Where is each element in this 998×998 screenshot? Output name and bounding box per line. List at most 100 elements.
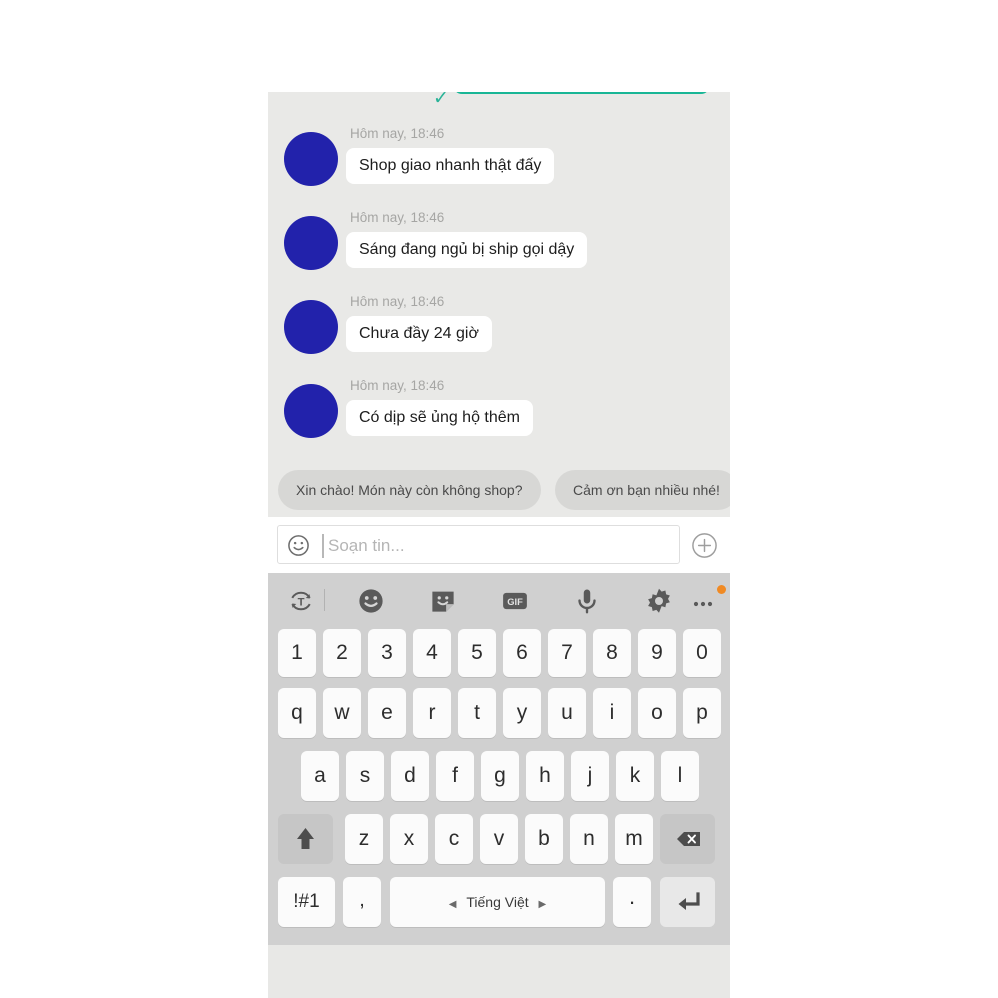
keyboard-row-space: !#1 , ◀ Tiếng Việt ▶ . [268, 875, 730, 933]
quick-reply-chip[interactable]: Cảm ơn bạn nhiều nhé! [555, 470, 730, 510]
quick-reply-chip[interactable]: Xin chào! Món này còn không shop? [278, 470, 541, 510]
key-3[interactable]: 3 [368, 629, 406, 677]
backspace-icon [677, 832, 700, 846]
quick-reply-bar: Xin chào! Món này còn không shop? Cảm ơn… [268, 470, 730, 516]
period-key[interactable]: . [613, 877, 651, 927]
key-1[interactable]: 1 [278, 629, 316, 677]
phone-screen: ✓ Sản phẩm đẹp lắm nhé shop ạ cảm ơn sho… [268, 92, 730, 998]
key-v[interactable]: v [480, 814, 518, 864]
avatar[interactable] [284, 384, 338, 438]
comma-key[interactable]: , [343, 877, 381, 927]
check-icon: ✓ [433, 92, 449, 109]
symbols-key[interactable]: !#1 [278, 877, 335, 927]
svg-text:T: T [298, 596, 305, 608]
key-o[interactable]: o [638, 688, 676, 738]
keyboard-row-qwerty: q w e r t y u i o p [268, 686, 730, 744]
microphone-icon[interactable] [572, 586, 602, 616]
key-t[interactable]: t [458, 688, 496, 738]
toolbar-divider [324, 589, 325, 611]
key-y[interactable]: y [503, 688, 541, 738]
backspace-key[interactable] [660, 814, 715, 864]
plus-circle-icon[interactable] [691, 532, 718, 559]
message-content: Hôm nay, 18:46 Có dịp sẽ ủng hộ thêm [346, 378, 533, 436]
key-f[interactable]: f [436, 751, 474, 801]
key-0[interactable]: 0 [683, 629, 721, 677]
message-row: Hôm nay, 18:46 Chưa đầy 24 giờ [268, 294, 730, 378]
keyboard-row-numbers: 1 2 3 4 5 6 7 8 9 0 [268, 627, 730, 685]
outgoing-message-row: ✓ Sản phẩm đẹp lắm nhé shop ạ cảm ơn sho… [268, 92, 730, 109]
key-w[interactable]: w [323, 688, 361, 738]
enter-key[interactable] [660, 877, 715, 927]
keyboard-toolbar: T GIF [268, 573, 730, 627]
key-8[interactable]: 8 [593, 629, 631, 677]
key-g[interactable]: g [481, 751, 519, 801]
key-k[interactable]: k [616, 751, 654, 801]
key-e[interactable]: e [368, 688, 406, 738]
keyboard-row-bottom-letters: z x c v b n m [268, 812, 730, 870]
emoji-icon[interactable] [356, 586, 386, 616]
notification-badge-dot [717, 585, 726, 594]
message-bubble[interactable]: Shop giao nhanh thật đấy [346, 148, 555, 184]
key-5[interactable]: 5 [458, 629, 496, 677]
svg-text:GIF: GIF [507, 597, 523, 607]
key-d[interactable]: d [391, 751, 429, 801]
shift-icon [297, 828, 314, 849]
message-input-bar: Soạn tin... [268, 517, 730, 573]
sticker-icon[interactable] [428, 586, 458, 616]
key-b[interactable]: b [525, 814, 563, 864]
on-screen-keyboard[interactable]: T GIF 1 2 3 4 5 6 7 8 9 0 q w e r t y u … [268, 573, 730, 945]
space-left-arrow-icon: ◀ [448, 899, 457, 910]
message-bubble[interactable]: Có dịp sẽ ủng hộ thêm [346, 400, 533, 436]
key-s[interactable]: s [346, 751, 384, 801]
message-timestamp: Hôm nay, 18:46 [350, 126, 445, 141]
message-content: Hôm nay, 18:46 Chưa đầy 24 giờ [346, 294, 492, 352]
key-x[interactable]: x [390, 814, 428, 864]
key-p[interactable]: p [683, 688, 721, 738]
text-cursor [322, 534, 324, 558]
key-n[interactable]: n [570, 814, 608, 864]
key-u[interactable]: u [548, 688, 586, 738]
message-timestamp: Hôm nay, 18:46 [350, 294, 445, 309]
key-i[interactable]: i [593, 688, 631, 738]
space-right-arrow-icon: ▶ [538, 899, 547, 910]
message-input-field[interactable]: Soạn tin... [277, 525, 680, 564]
space-key[interactable]: ◀ Tiếng Việt ▶ [390, 877, 605, 927]
key-r[interactable]: r [413, 688, 451, 738]
space-language-label: Tiếng Việt [466, 894, 529, 910]
message-content: Hôm nay, 18:46 Shop giao nhanh thật đấy [346, 126, 555, 184]
key-4[interactable]: 4 [413, 629, 451, 677]
key-j[interactable]: j [571, 751, 609, 801]
key-h[interactable]: h [526, 751, 564, 801]
key-m[interactable]: m [615, 814, 653, 864]
message-bubble[interactable]: Sáng đang ngủ bị ship gọi dậy [346, 232, 588, 268]
key-z[interactable]: z [345, 814, 383, 864]
message-bubble[interactable]: Chưa đầy 24 giờ [346, 316, 492, 352]
key-2[interactable]: 2 [323, 629, 361, 677]
conversation-list[interactable]: ✓ Sản phẩm đẹp lắm nhé shop ạ cảm ơn sho… [268, 92, 730, 517]
key-c[interactable]: c [435, 814, 473, 864]
avatar[interactable] [284, 216, 338, 270]
outgoing-message-bubble[interactable]: Sản phẩm đẹp lắm nhé shop ạ cảm ơn shop [453, 92, 710, 94]
key-a[interactable]: a [301, 751, 339, 801]
screenshot-canvas: ✓ Sản phẩm đẹp lắm nhé shop ạ cảm ơn sho… [0, 0, 998, 998]
key-6[interactable]: 6 [503, 629, 541, 677]
settings-gear-icon[interactable] [644, 586, 674, 616]
message-row: Hôm nay, 18:46 Shop giao nhanh thật đấy [268, 126, 730, 210]
message-timestamp: Hôm nay, 18:46 [350, 210, 445, 225]
key-9[interactable]: 9 [638, 629, 676, 677]
message-row: Hôm nay, 18:46 Có dịp sẽ ủng hộ thêm [268, 378, 730, 462]
message-content: Hôm nay, 18:46 Sáng đang ngủ bị ship gọi… [346, 210, 588, 268]
shift-key[interactable] [278, 814, 333, 864]
smiley-icon[interactable] [287, 534, 310, 557]
enter-icon [678, 892, 700, 910]
message-input-placeholder: Soạn tin... [328, 536, 405, 555]
gif-icon[interactable]: GIF [500, 586, 530, 616]
key-q[interactable]: q [278, 688, 316, 738]
avatar[interactable] [284, 300, 338, 354]
key-7[interactable]: 7 [548, 629, 586, 677]
text-rotate-icon[interactable]: T [286, 586, 316, 616]
keyboard-row-home: a s d f g h j k l [268, 749, 730, 807]
avatar[interactable] [284, 132, 338, 186]
key-l[interactable]: l [661, 751, 699, 801]
message-row: Hôm nay, 18:46 Sáng đang ngủ bị ship gọi… [268, 210, 730, 294]
